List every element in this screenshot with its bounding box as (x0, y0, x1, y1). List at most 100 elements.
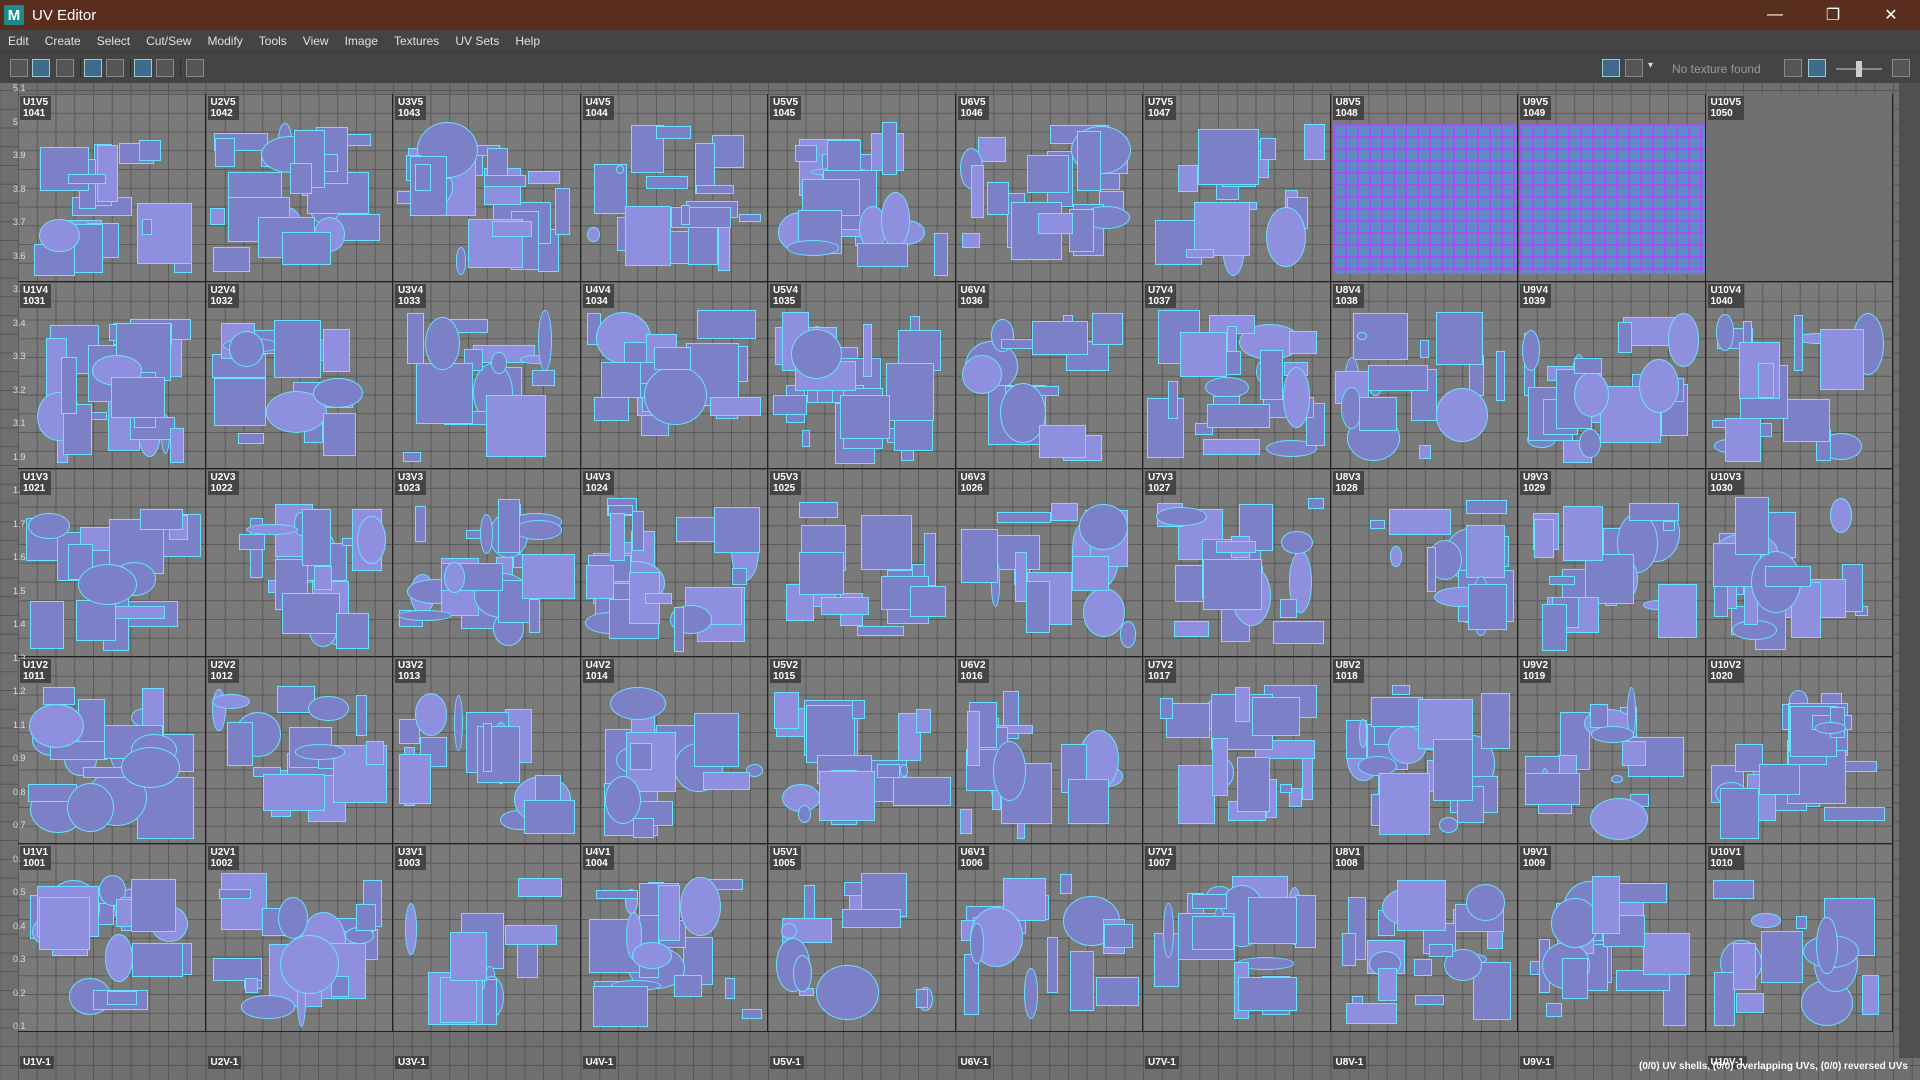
uv-shell[interactable] (1468, 584, 1508, 631)
udim-tile-1040[interactable]: U10V4 1040 (1705, 281, 1893, 469)
udim-tile-1016[interactable]: U6V2 1016 (955, 656, 1143, 844)
udim-tile-1036[interactable]: U6V4 1036 (955, 281, 1143, 469)
uv-shell[interactable] (1279, 784, 1293, 793)
uv-shell[interactable] (970, 164, 984, 219)
display-image-icon[interactable] (1602, 59, 1620, 77)
uv-shell[interactable] (792, 954, 812, 992)
uv-shell[interactable] (1592, 876, 1620, 934)
uv-shell[interactable] (336, 613, 369, 649)
uv-shell[interactable] (1283, 367, 1311, 428)
uv-shell[interactable] (522, 554, 576, 600)
pixel-snap-icon[interactable] (156, 59, 174, 77)
uv-shell[interactable] (1610, 775, 1624, 784)
uv-shell[interactable] (415, 506, 427, 542)
uv-shell[interactable] (656, 126, 691, 140)
uv-shell[interactable] (960, 808, 972, 835)
restore-button[interactable]: ❐ (1804, 0, 1862, 30)
uv-shell[interactable] (695, 184, 734, 194)
udim-tile-1023[interactable]: U3V3 1023 (393, 469, 581, 657)
uv-shell[interactable] (485, 394, 547, 458)
udim-tile-1004[interactable]: U4V1 1004 (580, 844, 768, 1032)
expand-icon[interactable] (1892, 59, 1910, 77)
uv-shell[interactable] (970, 923, 984, 964)
udim-tile-1037[interactable]: U7V4 1037 (1143, 281, 1331, 469)
udim-tile-1026[interactable]: U6V3 1026 (955, 469, 1143, 657)
uv-shell[interactable] (1077, 131, 1102, 192)
uv-shell[interactable] (703, 772, 751, 791)
uv-shell[interactable] (934, 232, 948, 276)
uv-shell[interactable] (1815, 721, 1847, 734)
uv-shell[interactable] (1439, 817, 1459, 833)
uv-shell[interactable] (67, 174, 107, 184)
uv-shell[interactable] (425, 317, 460, 370)
uv-shell[interactable] (1713, 585, 1729, 618)
uv-shell[interactable] (1496, 351, 1505, 402)
udim-tile-1045[interactable]: U5V5 1045 (768, 94, 956, 282)
uv-shell[interactable] (680, 204, 691, 225)
uv-shell[interactable] (857, 625, 904, 636)
uv-shell[interactable] (1573, 358, 1603, 374)
uv-shell[interactable] (1358, 397, 1397, 431)
uv-shell[interactable] (77, 564, 138, 606)
uv-shell[interactable] (960, 528, 998, 584)
uv-shell[interactable] (1465, 884, 1505, 921)
uv-shell[interactable] (28, 703, 84, 748)
uv-shell[interactable] (1563, 506, 1603, 562)
uv-shell[interactable] (1466, 500, 1507, 515)
uv-shell[interactable] (609, 512, 625, 561)
uv-shell[interactable] (1026, 154, 1069, 193)
uv-shell[interactable] (111, 377, 165, 418)
udim-tile-1008[interactable]: U8V1 1008 (1330, 844, 1518, 1032)
udim-tile-1003[interactable]: U3V1 1003 (393, 844, 581, 1032)
uv-shell[interactable] (30, 601, 64, 649)
uv-shell[interactable] (39, 218, 80, 253)
uv-shell[interactable] (670, 207, 731, 229)
uv-shell[interactable] (454, 694, 464, 752)
uv-shell[interactable] (1761, 931, 1803, 983)
uv-shell[interactable] (483, 175, 526, 187)
uv-shell[interactable] (281, 232, 331, 266)
uv-shell[interactable] (1191, 893, 1228, 909)
uv-shell[interactable] (1237, 756, 1270, 813)
uv-shell[interactable] (967, 711, 980, 767)
uv-shell[interactable] (696, 309, 757, 339)
shaded-icon[interactable] (84, 59, 102, 77)
uv-shell[interactable] (504, 925, 558, 945)
udim-tile-1013[interactable]: U3V2 1013 (393, 656, 581, 844)
uv-shell[interactable] (1178, 164, 1199, 192)
uv-shell[interactable] (491, 352, 507, 375)
uv-shell[interactable] (1032, 320, 1089, 356)
close-button[interactable]: ✕ (1862, 0, 1920, 30)
uv-shell[interactable] (1288, 331, 1318, 354)
uv-shell[interactable] (992, 740, 1027, 801)
udim-tile-1010[interactable]: U10V1 1010 (1705, 844, 1893, 1032)
udim-tile-1042[interactable]: U2V5 1042 (205, 94, 393, 282)
image-icon[interactable] (56, 59, 74, 77)
menu-edit[interactable]: Edit (0, 34, 37, 48)
uv-shell[interactable] (1238, 976, 1297, 1011)
udim-tile-1005[interactable]: U5V1 1005 (768, 844, 956, 1032)
udim-tile-1048[interactable]: U8V5 1048 (1330, 94, 1518, 282)
udim-tile-1002[interactable]: U2V1 1002 (205, 844, 393, 1032)
udim-tile-1025[interactable]: U5V3 1025 (768, 469, 956, 657)
udim-tile-1033[interactable]: U3V4 1033 (393, 281, 581, 469)
uv-shell[interactable] (962, 355, 1002, 395)
uv-shell[interactable] (170, 428, 185, 463)
menu-help[interactable]: Help (507, 34, 548, 48)
uv-shell[interactable] (713, 506, 760, 554)
uv-shell[interactable] (1060, 873, 1073, 894)
uv-shell[interactable] (240, 995, 296, 1019)
uv-shell[interactable] (322, 328, 351, 372)
uv-shell[interactable] (289, 163, 312, 194)
uv-shell[interactable] (910, 586, 947, 618)
uv-shell[interactable] (585, 564, 615, 600)
uv-shell[interactable] (1765, 566, 1812, 588)
uv-shell[interactable] (1562, 957, 1589, 1000)
uv-shell[interactable] (39, 146, 90, 191)
uv-shell[interactable] (365, 740, 384, 765)
uv-shell[interactable] (1642, 933, 1690, 975)
menu-uvsets[interactable]: UV Sets (447, 34, 507, 48)
uv-shell[interactable] (1103, 923, 1134, 949)
uv-shell[interactable] (774, 691, 799, 730)
uv-shell[interactable] (142, 218, 152, 236)
